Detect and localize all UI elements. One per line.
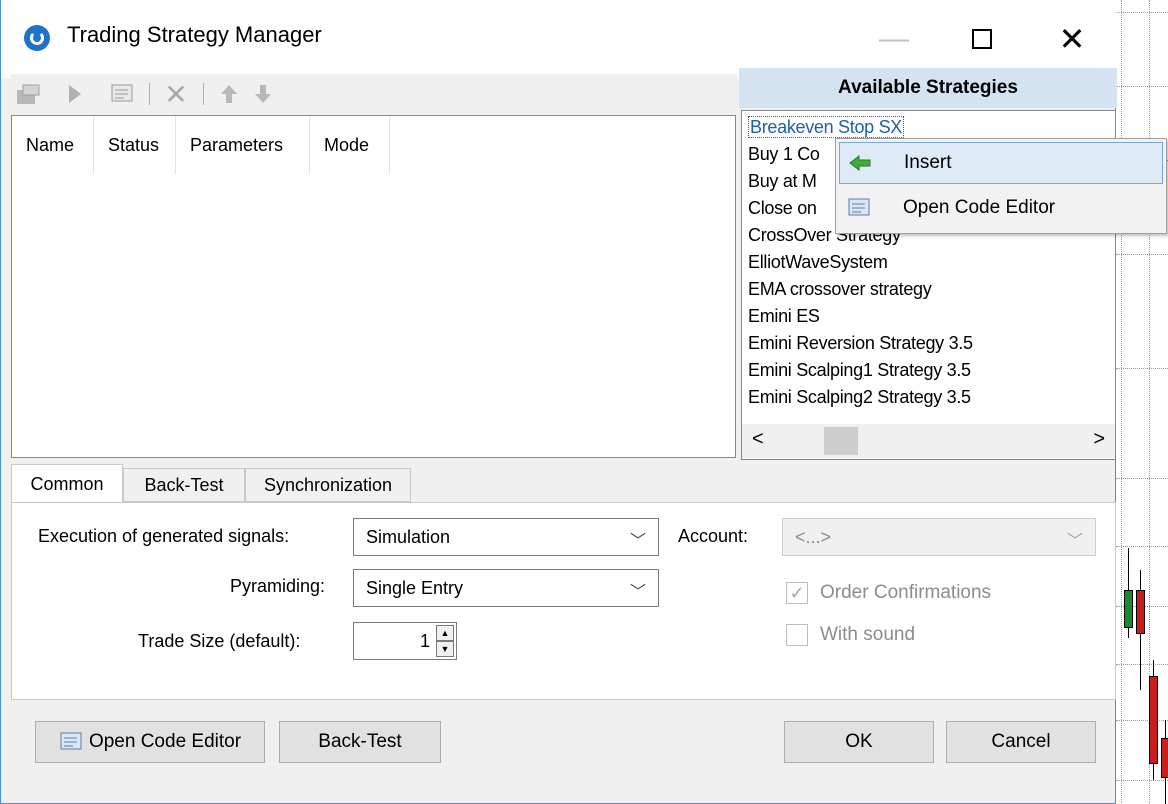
list-item[interactable]: ElliotWaveSystem [748, 252, 888, 273]
move-down-icon[interactable] [251, 80, 275, 108]
horizontal-scrollbar[interactable]: < > [742, 424, 1115, 458]
list-item[interactable]: Breakeven Stop SX [748, 116, 904, 138]
window-title: Trading Strategy Manager [67, 22, 322, 47]
stepper-down-icon[interactable]: ▼ [436, 641, 454, 657]
pyramiding-label: Pyramiding: [230, 576, 326, 596]
order-confirmations-label: Order Confirmations [820, 582, 992, 603]
background-chart [1116, 0, 1168, 804]
list-item[interactable]: Emini Scalping2 Strategy 3.5 [748, 387, 971, 408]
delete-icon[interactable]: ✕ [161, 79, 191, 110]
column-header[interactable]: Name [12, 116, 94, 174]
ok-button[interactable]: OK [784, 721, 934, 763]
tab-synchronization[interactable]: Synchronization [245, 468, 411, 502]
menu-item-open-code-editor[interactable]: Open Code Editor [839, 187, 1163, 229]
back-test-button[interactable]: Back-Test [279, 721, 441, 763]
title-bar[interactable]: Trading Strategy Manager — ✕ [1, 0, 1117, 78]
list-item[interactable]: EMA crossover strategy [748, 279, 932, 300]
menu-item-insert[interactable]: Insert [839, 142, 1163, 184]
candle-down [1136, 590, 1145, 634]
code-editor-icon [60, 732, 82, 750]
list-item[interactable]: Emini ES [748, 306, 820, 327]
strategies-table[interactable]: Name Status Parameters Mode [11, 115, 736, 458]
pyramiding-select[interactable]: Single Entry ﹀ [353, 569, 659, 607]
candle-down [1149, 676, 1158, 764]
trade-size-value[interactable]: 1 [420, 631, 430, 652]
open-code-editor-button[interactable]: Open Code Editor [35, 721, 265, 763]
scroll-left-icon[interactable]: < [752, 428, 764, 451]
minimize-icon[interactable]: — [853, 0, 935, 78]
column-header[interactable]: Mode [310, 116, 390, 174]
chevron-down-icon: ﹀ [1066, 533, 1083, 550]
code-editor-icon [839, 197, 879, 219]
list-item[interactable]: Buy 1 Co [748, 144, 820, 165]
candle-down [1161, 738, 1168, 778]
scroll-right-icon[interactable]: > [1093, 428, 1105, 451]
stepper-up-icon[interactable]: ▲ [436, 625, 454, 641]
column-header[interactable]: Status [94, 116, 176, 174]
account-select[interactable]: <...> ﹀ [782, 518, 1096, 556]
column-header[interactable]: Parameters [176, 116, 310, 174]
list-item[interactable]: Emini Reversion Strategy 3.5 [748, 333, 973, 354]
trade-size-stepper[interactable]: 1 ▲ ▼ [353, 622, 457, 660]
available-strategies-header: Available Strategies [739, 68, 1117, 108]
scrollbar-thumb[interactable] [824, 427, 858, 455]
list-item[interactable]: Emini Scalping1 Strategy 3.5 [748, 360, 971, 381]
code-editor-icon[interactable] [107, 80, 137, 108]
properties-icon[interactable] [13, 80, 43, 108]
close-icon[interactable]: ✕ [1031, 0, 1113, 78]
tab-common[interactable]: Common [11, 464, 123, 504]
execution-select[interactable]: Simulation ﹀ [353, 518, 659, 556]
context-menu: Insert Open Code Editor [835, 138, 1167, 234]
tab-strip: Common Back-Test Synchronization [11, 464, 1116, 504]
green-arrow-left-icon [840, 155, 880, 171]
list-item[interactable]: Close on [748, 198, 817, 219]
toolbar: ✕ [11, 74, 737, 114]
chevron-down-icon: ﹀ [629, 584, 646, 601]
with-sound-checkbox[interactable] [786, 624, 808, 646]
list-item[interactable]: Buy at M [748, 171, 817, 192]
move-up-icon[interactable] [217, 80, 241, 108]
maximize-icon[interactable] [941, 0, 1023, 78]
with-sound-label: With sound [820, 624, 916, 645]
execution-label: Execution of generated signals: [38, 526, 290, 546]
cancel-button[interactable]: Cancel [946, 721, 1096, 763]
candle-up [1124, 590, 1133, 628]
tab-back-test[interactable]: Back-Test [123, 468, 245, 502]
app-icon [24, 25, 50, 51]
strategy-manager-window: Trading Strategy Manager — ✕ ✕ Name Stat… [0, 0, 1117, 804]
chevron-down-icon: ﹀ [629, 533, 646, 550]
play-icon[interactable] [63, 80, 87, 108]
order-confirmations-checkbox[interactable]: ✓ [786, 582, 808, 604]
account-label: Account: [678, 526, 749, 546]
trade-size-label: Trade Size (default): [138, 631, 301, 651]
